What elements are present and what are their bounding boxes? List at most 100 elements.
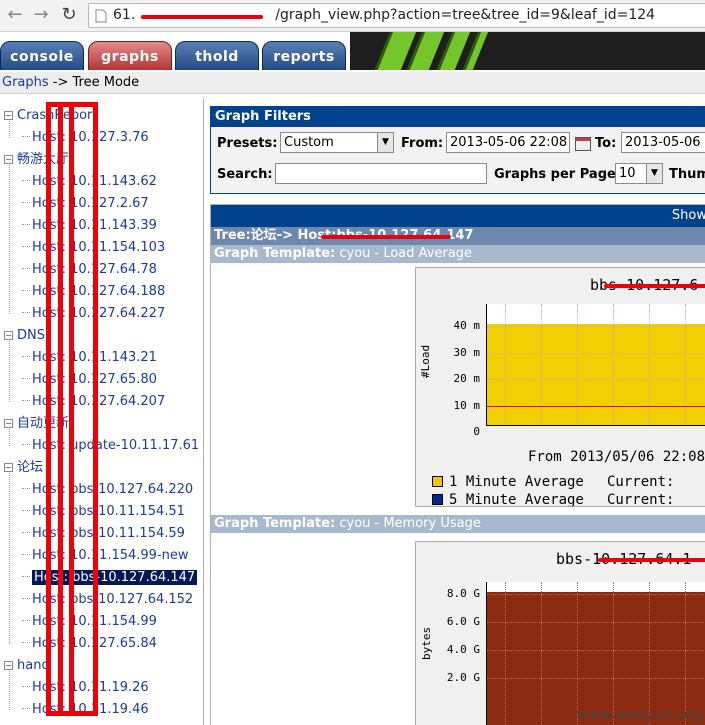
grid-line: [613, 304, 614, 426]
breadcrumb-graphs-link[interactable]: Graphs: [2, 75, 49, 90]
collapse-icon[interactable]: −: [4, 155, 13, 164]
memory-area-fill: [487, 592, 705, 725]
tree-node-label: hand: [17, 658, 50, 673]
tree-category[interactable]: − hand: [4, 656, 50, 676]
tab-reports[interactable]: reports: [262, 41, 346, 70]
breadcrumb-current: -> Tree Mode: [48, 75, 140, 90]
from-label: From:: [401, 136, 444, 151]
url-path: /graph_view.php?action=tree&tree_id=9&le…: [275, 7, 656, 23]
legend-swatch: [432, 476, 443, 487]
y-tick-label: 40 m: [453, 319, 481, 332]
page-icon: [95, 9, 107, 23]
presets-select[interactable]: Custom ▼: [280, 132, 394, 153]
legend-current-label: Current:: [607, 492, 675, 507]
template-name: cyou - Load Average: [335, 246, 473, 261]
chevron-down-icon: ▼: [646, 164, 662, 183]
presets-label: Presets:: [217, 136, 278, 151]
show-link[interactable]: Show: [672, 208, 705, 223]
x-axis: [487, 425, 705, 426]
tree-node-label: 论坛: [17, 460, 44, 475]
chevron-down-icon: ▼: [377, 133, 393, 152]
search-label: Search:: [217, 167, 273, 182]
tree-connector: [9, 429, 10, 446]
collapse-icon[interactable]: −: [4, 661, 13, 670]
tree-node-label: DNS: [17, 328, 45, 343]
y-tick-label: 8.0 G: [446, 587, 480, 600]
watermark: www.wooyun.org: [576, 707, 703, 723]
collapse-icon[interactable]: −: [4, 331, 13, 340]
filters-header: Graph Filters: [211, 107, 705, 127]
legend-entry: 5 Minute Average Current:: [432, 492, 675, 507]
from-input[interactable]: 2013-05-06 22:08: [446, 132, 570, 153]
y-tick-label: 0: [473, 425, 480, 438]
template-name: cyou - Memory Usage: [335, 516, 481, 531]
grid-line: [487, 622, 705, 623]
memory-usage-graph[interactable]: bbs-10.127.64.1 bytes 8.0 G6.0 G4.0 G2.0…: [415, 541, 705, 725]
title-redaction: [598, 558, 705, 562]
template-header-load: Graph Template: cyou - Load Average: [211, 245, 705, 263]
search-input[interactable]: [275, 163, 487, 184]
redaction-box: [58, 102, 98, 716]
template-header-memory: Graph Template: cyou - Memory Usage: [211, 515, 705, 533]
calendar-icon[interactable]: [575, 137, 591, 151]
y-tick-label: 30 m: [453, 345, 481, 359]
grid-line: [577, 304, 578, 426]
plot-area: [486, 304, 705, 426]
threshold-line: [487, 405, 705, 407]
y-tick-label: 2.0 G: [446, 671, 480, 684]
forward-arrow-icon[interactable]: →: [30, 4, 52, 26]
tree-connector: [9, 473, 10, 644]
to-input[interactable]: 2013-05-06 22: [621, 132, 705, 153]
grid-line: [613, 582, 614, 725]
grid-line: [487, 650, 705, 651]
grid-line: [541, 304, 542, 426]
breadcrumb: Graphs -> Tree Mode: [0, 72, 705, 94]
y-axis-label: bytes: [420, 626, 433, 660]
grid-line: [685, 582, 686, 725]
time-range-text: From 2013/05/06 22:08:: [528, 449, 705, 465]
graph-filters: Graph Filters Presets: Custom ▼ From: 20…: [210, 106, 705, 194]
host-redaction: [321, 235, 451, 239]
y-axis-label: #Load: [419, 344, 432, 378]
grid-line: [487, 326, 705, 327]
grid-line: [685, 304, 686, 426]
url-redaction: [141, 15, 263, 19]
tree-connector: [9, 121, 10, 138]
collapse-icon[interactable]: −: [4, 111, 13, 120]
grid-line: [505, 582, 506, 725]
y-tick-label: 6.0 G: [446, 615, 480, 628]
grid-line: [487, 678, 705, 679]
address-bar[interactable]: 61. /graph_view.php?action=tree&tree_id=9…: [88, 3, 705, 28]
graph-tree: − CrashReport Host: 10.127.3.76− 畅游大厅 Host: …: [0, 98, 204, 725]
template-prefix: Graph Template:: [214, 246, 336, 261]
y-tick-label: 10 m: [453, 398, 481, 412]
template-prefix: Graph Template:: [214, 516, 336, 531]
tree-category[interactable]: − DNS: [4, 326, 45, 346]
tree-connector: [9, 165, 10, 314]
cacti-header: console graphs thold reports: [0, 32, 705, 70]
to-label: To:: [595, 136, 617, 151]
load-average-graph[interactable]: bbs-10.127.6 #Load From 2013/05/06 22:08…: [415, 267, 705, 507]
legend-label: 1 Minute Average: [449, 474, 584, 490]
url-host: 61.: [113, 7, 136, 23]
thumbnails-label: Thum: [669, 167, 705, 182]
collapse-icon[interactable]: −: [4, 419, 13, 428]
plot-area: [486, 582, 705, 725]
grid-line: [541, 582, 542, 725]
tab-thold[interactable]: thold: [175, 41, 259, 70]
reload-icon[interactable]: ↻: [58, 4, 80, 26]
graph-panel: Show Tree:论坛-> Host:bbs-10.127.64.147 Gr…: [210, 204, 705, 725]
graphs-per-page-select[interactable]: 10 ▼: [615, 163, 663, 184]
grid-line: [487, 594, 705, 595]
grid-line: [487, 379, 705, 380]
title-redaction: [604, 284, 705, 288]
grid-line: [649, 582, 650, 725]
tree-path-header: Tree:论坛-> Host:bbs-10.127.64.147: [211, 227, 705, 245]
show-bar: Show: [211, 205, 705, 227]
tab-console[interactable]: console: [0, 41, 84, 70]
tab-graphs[interactable]: graphs: [88, 41, 172, 70]
collapse-icon[interactable]: −: [4, 463, 13, 472]
back-arrow-icon[interactable]: ←: [4, 4, 26, 26]
main-content: Graph Filters Presets: Custom ▼ From: 20…: [205, 98, 705, 725]
graphs-per-page-label: Graphs per Page:: [494, 167, 622, 182]
